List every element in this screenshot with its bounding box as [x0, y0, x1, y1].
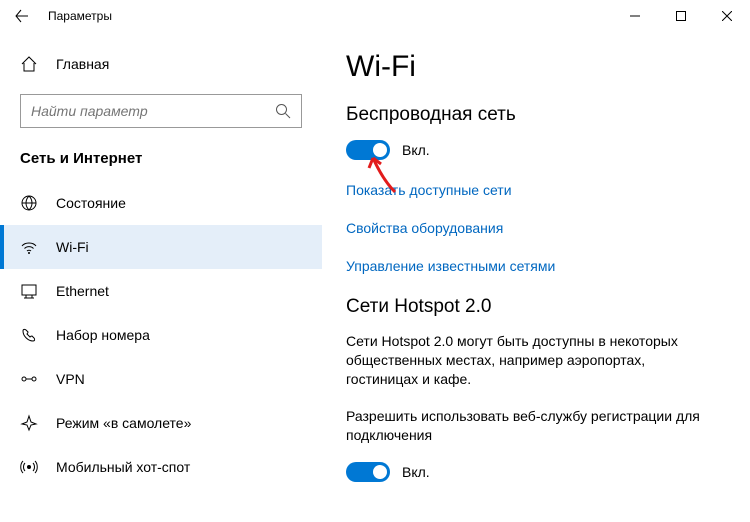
hotspot-body: Сети Hotspot 2.0 могут быть доступны в н… [346, 332, 720, 389]
page-title: Wi-Fi [346, 50, 720, 84]
status-icon [20, 194, 38, 212]
close-button[interactable] [704, 0, 750, 32]
sidebar-item-label: Набор номера [56, 327, 150, 343]
maximize-button[interactable] [658, 0, 704, 32]
sidebar-item-hotspot[interactable]: Мобильный хот-спот [0, 445, 322, 489]
minimize-icon [630, 11, 640, 21]
sidebar-item-label: VPN [56, 371, 85, 387]
back-button[interactable] [0, 0, 44, 32]
vpn-icon [20, 370, 38, 388]
ethernet-icon [20, 282, 38, 300]
sidebar-item-dialup[interactable]: Набор номера [0, 313, 322, 357]
wifi-toggle-label: Вкл. [402, 142, 430, 158]
minimize-button[interactable] [612, 0, 658, 32]
sidebar-item-airplane[interactable]: Режим «в самолете» [0, 401, 322, 445]
sidebar-item-label: Мобильный хот-спот [56, 459, 190, 475]
close-icon [722, 11, 732, 21]
search-box[interactable] [20, 94, 302, 128]
home-label: Главная [56, 56, 109, 72]
sidebar-item-label: Состояние [56, 195, 126, 211]
back-arrow-icon [15, 9, 29, 23]
search-icon [275, 103, 291, 119]
dialup-icon [20, 326, 38, 344]
sidebar-item-label: Ethernet [56, 283, 109, 299]
sidebar-item-label: Wi-Fi [56, 239, 89, 255]
wifi-icon [20, 238, 38, 256]
sidebar-item-label: Режим «в самолете» [56, 415, 191, 431]
sidebar: Главная Сеть и Интернет Состояние Wi-Fi [0, 32, 322, 522]
link-hardware-properties[interactable]: Свойства оборудования [346, 220, 720, 236]
hotspot-toggle[interactable] [346, 462, 390, 482]
home-icon [20, 55, 38, 73]
wifi-toggle-row: Вкл. [346, 140, 720, 160]
wifi-toggle[interactable] [346, 140, 390, 160]
hotspot-icon [20, 458, 38, 476]
sidebar-item-vpn[interactable]: VPN [0, 357, 322, 401]
airplane-icon [20, 414, 38, 432]
hotspot-toggle-label: Вкл. [402, 464, 430, 480]
sidebar-item-wifi[interactable]: Wi-Fi [0, 225, 322, 269]
window-title: Параметры [44, 9, 612, 23]
title-bar: Параметры [0, 0, 750, 32]
home-nav[interactable]: Главная [0, 44, 322, 84]
link-show-networks[interactable]: Показать доступные сети [346, 182, 720, 198]
sidebar-item-ethernet[interactable]: Ethernet [0, 269, 322, 313]
hotspot-toggle-row: Вкл. [346, 462, 720, 482]
wifi-heading: Беспроводная сеть [346, 104, 720, 126]
maximize-icon [676, 11, 686, 21]
link-known-networks[interactable]: Управление известными сетями [346, 258, 720, 274]
hotspot-allow-text: Разрешить использовать веб-службу регист… [346, 407, 720, 445]
window-controls [612, 0, 750, 32]
sidebar-section-title: Сеть и Интернет [0, 128, 322, 181]
hotspot-heading: Сети Hotspot 2.0 [346, 296, 720, 318]
sidebar-item-status[interactable]: Состояние [0, 181, 322, 225]
search-input[interactable] [31, 103, 275, 119]
content-area: Wi-Fi Беспроводная сеть Вкл. Показать до… [322, 32, 750, 522]
